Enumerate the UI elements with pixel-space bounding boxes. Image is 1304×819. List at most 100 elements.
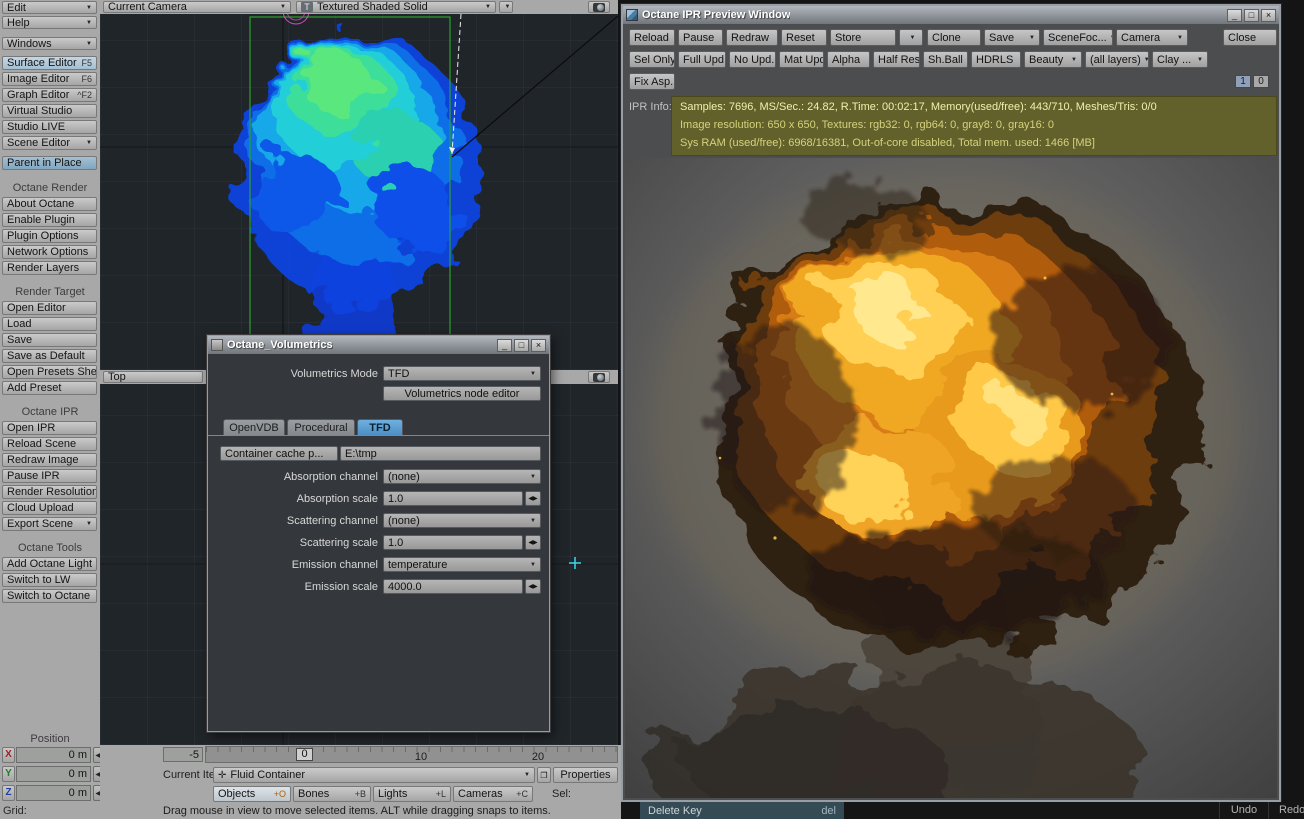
ipr-counter-left[interactable]: 1 bbox=[1235, 75, 1251, 88]
viewport-camera-view-button[interactable] bbox=[588, 371, 610, 383]
maximize-icon[interactable]: □ bbox=[1244, 8, 1259, 22]
ipr-camera-dropdown[interactable]: Camera ▼ bbox=[1116, 29, 1188, 46]
ipr-close-button[interactable]: Close bbox=[1223, 29, 1277, 46]
sidebar-item-add-octane-light[interactable]: Add Octane Light bbox=[2, 557, 97, 571]
ipr-no-update-toggle[interactable]: No Upd. bbox=[729, 51, 776, 68]
sidebar-item-network-options[interactable]: Network Options bbox=[2, 245, 97, 259]
ipr-counter-right[interactable]: 0 bbox=[1253, 75, 1269, 88]
sidebar-item-plugin-options[interactable]: Plugin Options bbox=[2, 229, 97, 243]
sidebar-item-open-ipr[interactable]: Open IPR bbox=[2, 421, 97, 435]
sidebar-item-open-editor[interactable]: Open Editor bbox=[2, 301, 97, 315]
close-icon[interactable]: × bbox=[531, 338, 546, 352]
minimize-icon[interactable]: _ bbox=[1227, 8, 1242, 22]
ipr-store-dropdown[interactable]: ▼ bbox=[899, 29, 923, 46]
sidebar-item-parent-in-place[interactable]: Parent in Place bbox=[2, 156, 97, 170]
absorption-scale-field[interactable]: 1.0 bbox=[383, 491, 523, 506]
ipr-pause-button[interactable]: Pause bbox=[678, 29, 723, 46]
menu-help[interactable]: Help ▼ bbox=[2, 16, 97, 29]
edit-mode-bones-button[interactable]: Bones +B bbox=[293, 786, 371, 802]
scattering-scale-field[interactable]: 1.0 bbox=[383, 535, 523, 550]
position-z-field[interactable]: 0 m bbox=[16, 785, 91, 801]
edit-mode-objects-button[interactable]: Objects +O bbox=[213, 786, 291, 802]
menu-edit[interactable]: Edit ▼ bbox=[2, 1, 97, 14]
minimize-icon[interactable]: _ bbox=[497, 338, 512, 352]
scattering-scale-stepper[interactable]: ◀▶ bbox=[525, 535, 541, 550]
ipr-render-image[interactable] bbox=[625, 158, 1277, 798]
sidebar-item-add-preset[interactable]: Add Preset bbox=[2, 381, 97, 395]
ipr-clay-mode-dropdown[interactable]: Clay ... ▼ bbox=[1152, 51, 1208, 68]
ipr-shaderball-toggle[interactable]: Sh.Ball bbox=[923, 51, 968, 68]
sidebar-item-reload-scene[interactable]: Reload Scene bbox=[2, 437, 97, 451]
sidebar-item-open-presets-shelf[interactable]: Open Presets Shelf bbox=[2, 365, 97, 379]
container-cache-path-button[interactable]: Container cache p... bbox=[220, 446, 338, 461]
ipr-titlebar[interactable]: Octane IPR Preview Window _ □ × bbox=[623, 6, 1279, 24]
emission-scale-field[interactable]: 4000.0 bbox=[383, 579, 523, 594]
sidebar-item-surface-editor[interactable]: Surface Editor F5 bbox=[2, 56, 97, 70]
sidebar-item-cloud-upload[interactable]: Cloud Upload bbox=[2, 501, 97, 515]
sidebar-item-redraw-image[interactable]: Redraw Image bbox=[2, 453, 97, 467]
sidebar-item-studio-live[interactable]: Studio LIVE bbox=[2, 120, 97, 134]
ipr-full-update-toggle[interactable]: Full Upd. bbox=[678, 51, 726, 68]
camera-viewport-canvas[interactable] bbox=[100, 14, 618, 370]
scattering-channel-select[interactable]: (none) ▼ bbox=[383, 513, 541, 528]
ipr-redraw-button[interactable]: Redraw bbox=[726, 29, 778, 46]
ipr-fix-aspect-toggle[interactable]: Fix Asp. bbox=[629, 73, 675, 90]
camera-viewport[interactable] bbox=[100, 14, 618, 370]
undo-button[interactable]: Undo bbox=[1219, 802, 1268, 819]
volumetrics-node-editor-button[interactable]: Volumetrics node editor bbox=[383, 386, 541, 401]
emission-channel-select[interactable]: temperature ▼ bbox=[383, 557, 541, 572]
ipr-beauty-pass-dropdown[interactable]: Beauty ▼ bbox=[1024, 51, 1082, 68]
viewport-options-dropdown[interactable]: ▼ bbox=[499, 1, 513, 13]
ipr-save-dropdown[interactable]: Save ▼ bbox=[984, 29, 1040, 46]
position-y-field[interactable]: 0 m bbox=[16, 766, 91, 782]
maximize-icon[interactable]: □ bbox=[514, 338, 529, 352]
ipr-store-button[interactable]: Store bbox=[830, 29, 896, 46]
absorption-scale-stepper[interactable]: ◀▶ bbox=[525, 491, 541, 506]
sidebar-item-save-as-default[interactable]: Save as Default bbox=[2, 349, 97, 363]
axis-x-button[interactable]: X bbox=[2, 747, 15, 763]
current-frame-handle[interactable]: 0 bbox=[296, 748, 313, 761]
edit-mode-cameras-button[interactable]: Cameras +C bbox=[453, 786, 533, 802]
close-icon[interactable]: × bbox=[1261, 8, 1276, 22]
sidebar-item-render-layers[interactable]: Render Layers bbox=[2, 261, 97, 275]
axis-y-button[interactable]: Y bbox=[2, 766, 15, 782]
start-frame-field[interactable]: -5 bbox=[163, 747, 203, 762]
ipr-half-res-toggle[interactable]: Half Res bbox=[873, 51, 920, 68]
sidebar-item-image-editor[interactable]: Image Editor F6 bbox=[2, 72, 97, 86]
ipr-clone-button[interactable]: Clone bbox=[927, 29, 981, 46]
redo-button[interactable]: Redo bbox=[1268, 802, 1304, 819]
properties-button[interactable]: Properties bbox=[553, 767, 618, 783]
timeline-ruler[interactable]: 10 20 0 bbox=[205, 746, 618, 763]
tab-procedural[interactable]: Procedural bbox=[287, 419, 355, 436]
viewport-shade-mode-select[interactable]: T Textured Shaded Solid ▼ bbox=[296, 1, 496, 13]
position-x-field[interactable]: 0 m bbox=[16, 747, 91, 763]
tab-openvdb[interactable]: OpenVDB bbox=[223, 419, 285, 436]
menu-windows[interactable]: Windows ▼ bbox=[2, 37, 97, 50]
viewport-camera-view-button[interactable] bbox=[588, 1, 610, 13]
sidebar-item-load[interactable]: Load bbox=[2, 317, 97, 331]
sidebar-item-render-resolution[interactable]: Render Resolution bbox=[2, 485, 97, 499]
sidebar-item-about-octane[interactable]: About Octane bbox=[2, 197, 97, 211]
top-view-select[interactable]: Top bbox=[103, 371, 203, 383]
ipr-reset-button[interactable]: Reset bbox=[781, 29, 827, 46]
sidebar-item-pause-ipr[interactable]: Pause IPR bbox=[2, 469, 97, 483]
sidebar-item-switch-to-lw[interactable]: Switch to LW bbox=[2, 573, 97, 587]
viewport-camera-select[interactable]: Current Camera ▼ bbox=[103, 1, 291, 13]
volumetrics-mode-select[interactable]: TFD ▼ bbox=[383, 366, 541, 381]
ipr-scene-focus-dropdown[interactable]: SceneFoc...▼ bbox=[1043, 29, 1113, 46]
item-list-button[interactable]: ❐ bbox=[537, 767, 551, 783]
dialog-titlebar[interactable]: Octane_Volumetrics _ □ × bbox=[208, 336, 549, 354]
ipr-reload-button[interactable]: Reload bbox=[629, 29, 675, 46]
tab-tfd[interactable]: TFD bbox=[357, 419, 403, 436]
ipr-alpha-toggle[interactable]: Alpha bbox=[827, 51, 870, 68]
ipr-sel-only-toggle[interactable]: Sel Only bbox=[629, 51, 675, 68]
sidebar-item-export-scene[interactable]: Export Scene ▼ bbox=[2, 517, 97, 531]
current-item-dropdown[interactable]: ✛ Fluid Container ▼ bbox=[213, 767, 535, 783]
sidebar-item-graph-editor[interactable]: Graph Editor ^F2 bbox=[2, 88, 97, 102]
sidebar-item-save[interactable]: Save bbox=[2, 333, 97, 347]
sidebar-item-scene-editor[interactable]: Scene Editor ▼ bbox=[2, 136, 97, 150]
container-cache-path-field[interactable]: E:\tmp bbox=[340, 446, 541, 461]
ipr-hdrls-toggle[interactable]: HDRLS bbox=[971, 51, 1021, 68]
ipr-layers-dropdown[interactable]: (all layers)▼ bbox=[1085, 51, 1149, 68]
sidebar-item-enable-plugin[interactable]: Enable Plugin bbox=[2, 213, 97, 227]
